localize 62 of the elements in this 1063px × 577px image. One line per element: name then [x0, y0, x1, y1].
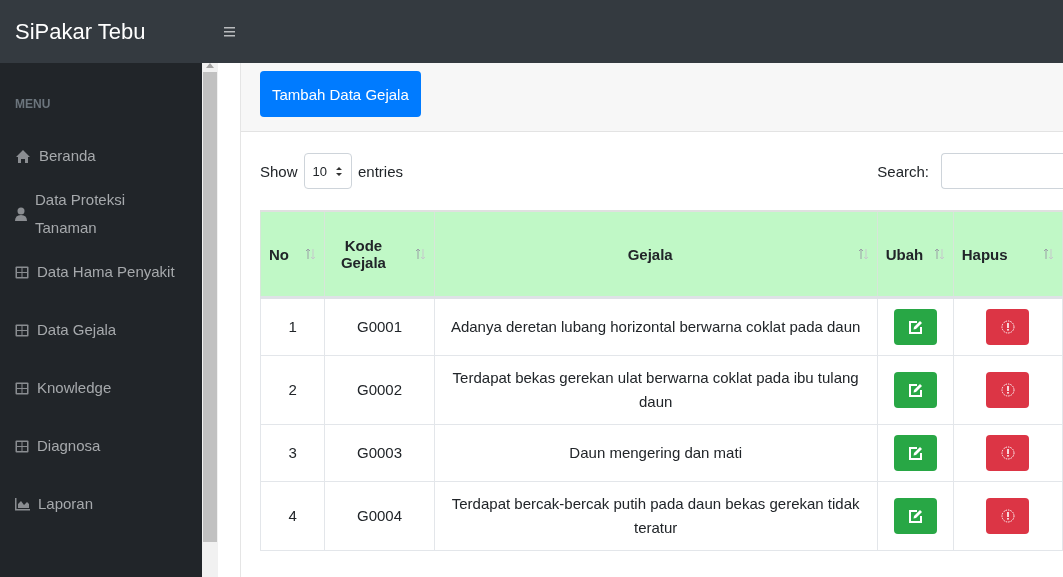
sidebar-item[interactable]: Diagnosa — [0, 417, 202, 475]
column-header[interactable]: Ubah — [877, 211, 954, 298]
table-cell: 3 — [260, 424, 325, 482]
edit-button[interactable] — [893, 498, 937, 534]
sort-icon — [933, 248, 945, 260]
entries-select[interactable]: 10 — [303, 153, 352, 189]
menu-heading: MENU — [14, 97, 52, 111]
table-cell: G0003 — [324, 424, 435, 482]
table-cell: Daun mengering dan mati — [434, 424, 878, 482]
edit-icon — [907, 445, 923, 461]
table-cell: Terdapat bekas gerekan ulat berwarna coklat pada ibu tulang daun — [434, 355, 878, 425]
column-header[interactable]: Hapus — [953, 211, 1063, 298]
column-header[interactable]: Gejala — [434, 211, 878, 298]
sidebar-item[interactable]: Knowledge — [0, 359, 202, 417]
edit-button[interactable] — [893, 309, 937, 345]
sort-icon — [414, 248, 426, 260]
delete-button[interactable] — [986, 435, 1030, 471]
table-icon — [15, 439, 29, 453]
table-cell: G0001 — [324, 297, 435, 356]
alert-icon — [1000, 382, 1015, 398]
sort-icon — [857, 248, 869, 260]
sidebar-item[interactable]: Laporan — [0, 475, 202, 533]
sort-icon — [1043, 248, 1054, 260]
sidebar-item[interactable]: Data Gejala — [0, 301, 202, 359]
menu-icon[interactable] — [224, 25, 235, 38]
table-cell: Adanya deretan lubang horizontal berwarna coklat pada daun — [434, 297, 878, 356]
edit-icon — [907, 382, 923, 398]
edit-icon — [907, 508, 923, 524]
delete-button[interactable] — [986, 498, 1030, 534]
table-cell: G0002 — [324, 355, 435, 425]
delete-button[interactable] — [986, 372, 1030, 408]
alert-icon — [1000, 319, 1015, 335]
column-header[interactable]: Kode Gejala — [324, 211, 435, 298]
table-icon — [15, 323, 29, 337]
table-icon — [15, 381, 29, 395]
scrollbar-thumb[interactable] — [203, 72, 217, 542]
table-cell: G0004 — [324, 481, 435, 551]
home-icon — [15, 148, 31, 164]
app-title: SiPakar Tebu — [14, 18, 147, 45]
entries-label: entries — [358, 162, 404, 180]
table-cell: 4 — [260, 481, 325, 551]
sidebar-item[interactable]: Data Hama Penyakit — [0, 243, 202, 301]
show-label: Show — [260, 162, 298, 180]
edit-button[interactable] — [893, 372, 937, 408]
user-icon — [15, 207, 27, 221]
sidebar-item[interactable]: Beranda — [0, 127, 202, 185]
sort-caret-icon — [335, 165, 343, 177]
chart-icon — [15, 497, 30, 511]
sort-icon — [305, 248, 317, 260]
alert-icon — [1000, 508, 1015, 524]
table-cell: Terdapat bercak-bercak putih pada daun bekas gerekan tidak teratur — [434, 481, 878, 551]
table-cell: 2 — [260, 355, 325, 425]
column-header[interactable]: No — [260, 211, 325, 298]
alert-icon — [1000, 445, 1015, 461]
edit-icon — [907, 319, 923, 335]
add-symptom-button[interactable]: Tambah Data Gejala — [260, 71, 421, 117]
sidebar-item[interactable]: Data Proteksi Tanaman — [0, 185, 202, 243]
search-label: Search: — [877, 162, 929, 180]
table-icon — [15, 265, 29, 279]
edit-button[interactable] — [893, 435, 937, 471]
table-cell: 1 — [260, 297, 325, 356]
delete-button[interactable] — [986, 309, 1030, 345]
